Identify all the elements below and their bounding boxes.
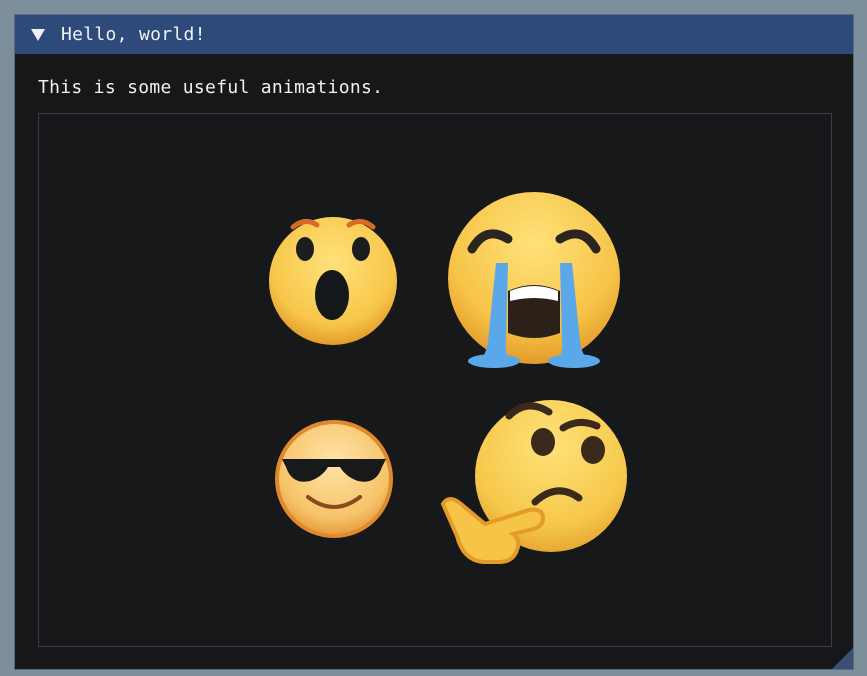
window-title: Hello, world!: [61, 24, 206, 45]
resize-grip-icon[interactable]: [832, 648, 853, 669]
animation-canvas: [38, 113, 832, 647]
thinking-face-icon: [440, 400, 627, 564]
loudly-crying-face-icon: [448, 192, 620, 368]
description-text: This is some useful animations.: [38, 77, 384, 98]
triangle-down-icon: [31, 28, 45, 41]
imgui-window: Hello, world! This is some useful animat…: [14, 14, 854, 670]
window-title-bar[interactable]: Hello, world!: [15, 15, 853, 54]
collapse-toggle-button[interactable]: [15, 15, 61, 54]
astonished-face-icon: [269, 217, 397, 345]
sunglasses-face-icon: [275, 420, 393, 538]
